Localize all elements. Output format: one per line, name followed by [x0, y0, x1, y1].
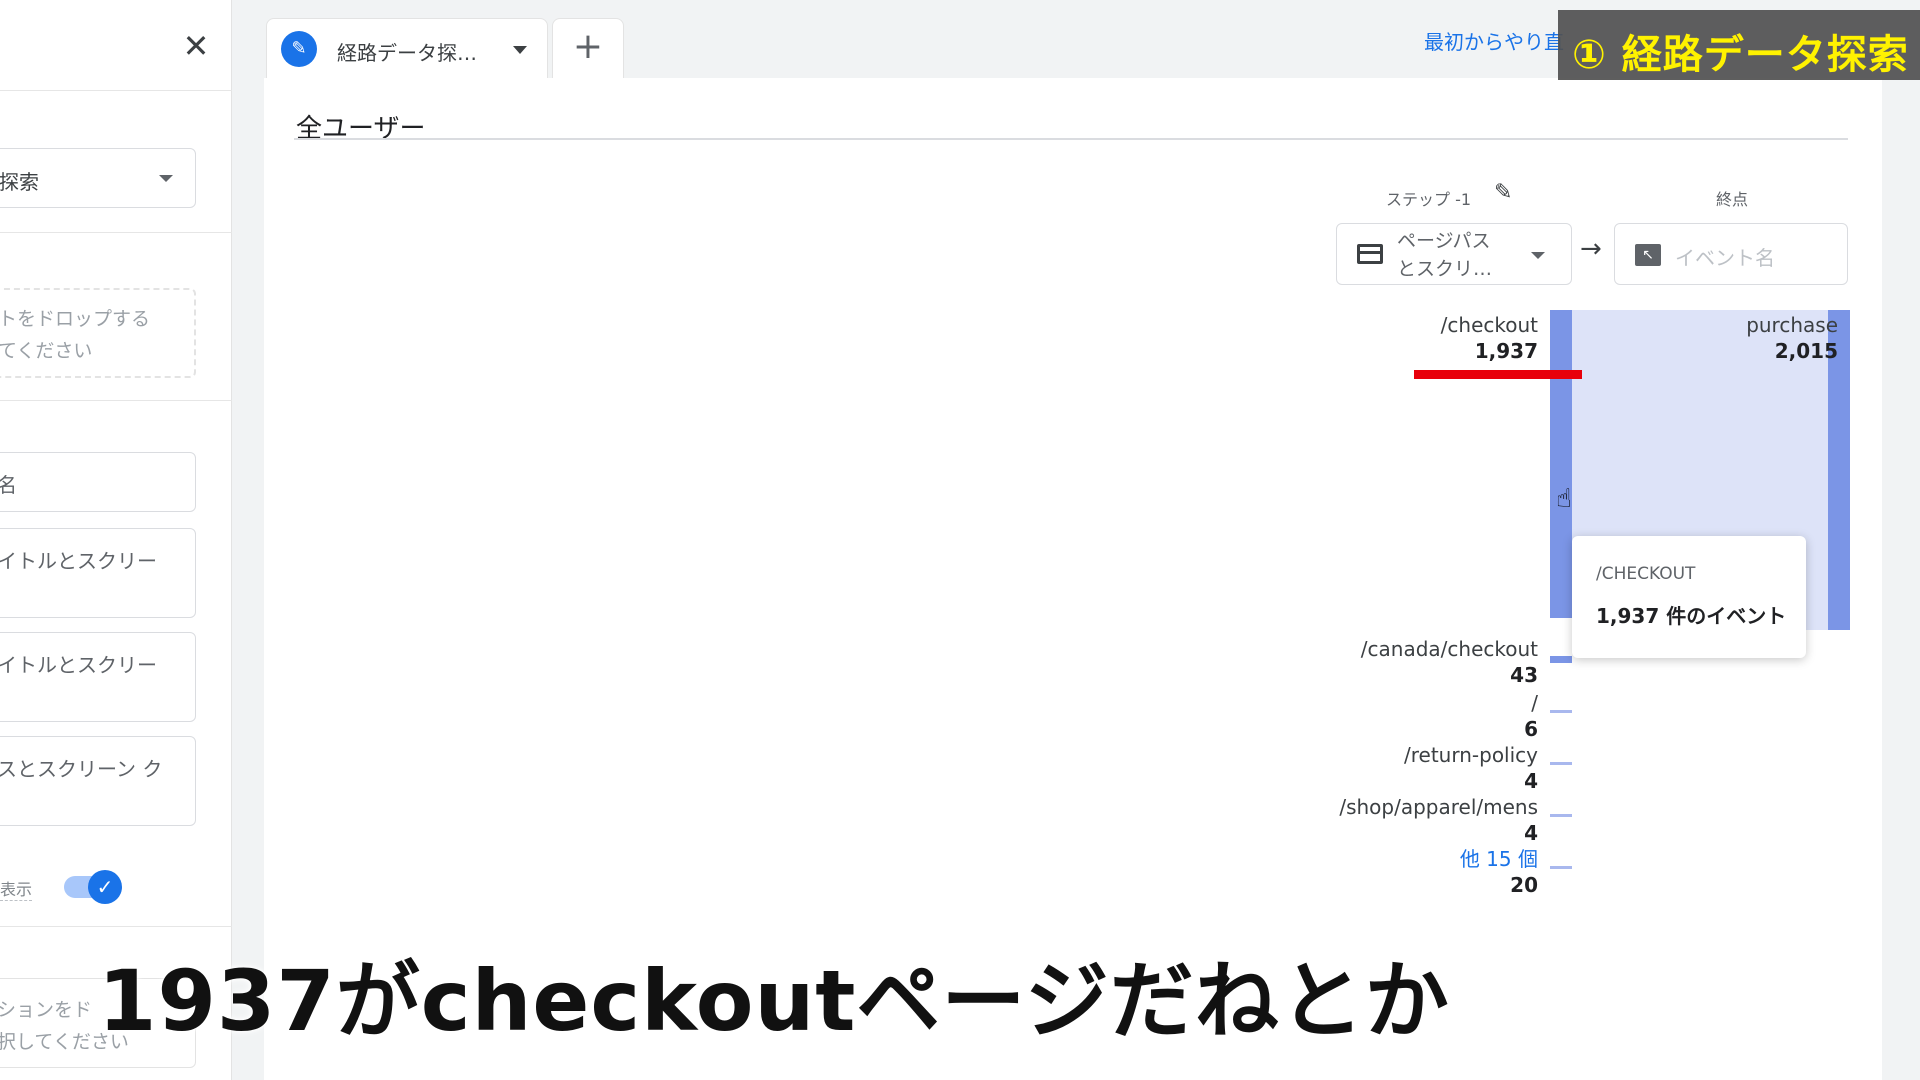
app-window: ✕ 探索 トをドロップする てください 名 イトルとスクリー イトルとスクリー … — [0, 0, 1920, 1080]
dimension-select-line1: ページパス — [1397, 230, 1491, 252]
event-name-placeholder: イベント名 — [1675, 246, 1775, 270]
chevron-down-icon[interactable] — [513, 46, 527, 54]
hand-cursor-icon: ☝ — [1556, 484, 1572, 514]
node-name: / — [1531, 691, 1538, 715]
dimension-item[interactable]: イトルとスクリー — [0, 632, 196, 722]
node-bar-return-policy[interactable] — [1550, 762, 1572, 765]
node-name: /shop/apparel/mens — [1339, 795, 1538, 819]
add-tab-button[interactable]: + — [552, 18, 624, 78]
edit-icon[interactable]: ✎ — [1494, 180, 1512, 205]
node-count: 1,937 — [1474, 339, 1538, 363]
dimension-select-line2: とスクリ… — [1397, 258, 1493, 280]
node-label-canada-checkout[interactable]: /canada/checkout 43 — [1361, 636, 1538, 688]
node-label-others[interactable]: 他 15 個 20 — [1460, 846, 1538, 898]
node-name: /checkout — [1440, 313, 1538, 337]
node-tooltip: /CHECKOUT 1,937 件のイベント — [1572, 536, 1806, 658]
dimension-item-label: イトルとスクリー — [0, 549, 157, 573]
node-label-root[interactable]: / 6 — [1524, 690, 1538, 742]
divider — [0, 232, 232, 233]
video-subtitle: 1937がcheckoutページだねとか — [98, 952, 1450, 1050]
divider — [0, 926, 232, 927]
node-count: 4 — [1524, 769, 1538, 793]
event-name-select[interactable]: ↖ イベント名 — [1614, 223, 1848, 285]
divider — [294, 138, 1848, 140]
drop-hint-line2: てください — [0, 340, 93, 362]
step-column-label: ステップ -1 — [1386, 190, 1472, 209]
node-bar-shop-apparel-mens[interactable] — [1550, 814, 1572, 817]
node-label-shop-apparel-mens[interactable]: /shop/apparel/mens 4 — [1339, 794, 1538, 846]
node-count: 43 — [1510, 663, 1538, 687]
node-name: /return-policy — [1404, 743, 1538, 767]
node-label-checkout[interactable]: /checkout 1,937 — [1441, 312, 1538, 364]
node-label-purchase[interactable]: purchase 2,015 — [1746, 312, 1838, 364]
close-icon[interactable]: ✕ — [178, 28, 214, 64]
end-column-label: 終点 — [1716, 190, 1749, 209]
dimension-item[interactable]: スとスクリーン ク — [0, 736, 196, 826]
segment-drop-zone[interactable]: トをドロップする てください — [0, 288, 196, 378]
arrow-right-icon: → — [1580, 234, 1602, 264]
show-more-link[interactable]: 他 15 個 — [1460, 846, 1538, 872]
node-count: 2,015 — [1774, 339, 1838, 363]
node-count: 20 — [1510, 873, 1538, 897]
drop-hint-line1: トをドロップする — [0, 308, 151, 330]
node-bar-canada-checkout[interactable] — [1550, 656, 1572, 663]
node-name: purchase — [1746, 313, 1838, 337]
cursor-click-icon: ↖ — [1635, 244, 1661, 266]
restart-link[interactable]: 最初からやり直 — [1424, 26, 1564, 55]
chapter-title: ① 経路データ探索 — [1572, 32, 1909, 78]
dimension-item-label: スとスクリーン ク — [0, 757, 163, 781]
toggle-label: 表示 — [0, 876, 33, 901]
chevron-down-icon — [1531, 252, 1545, 259]
dimension-select[interactable]: ページパス とスクリ… — [1336, 223, 1572, 285]
node-name: /canada/checkout — [1360, 637, 1538, 661]
dimension-item-label: 名 — [0, 469, 17, 498]
tab-label: 経路データ探… — [337, 41, 477, 65]
node-bar-others[interactable] — [1550, 866, 1572, 869]
bottom-hint-line1: ションをド — [0, 999, 93, 1021]
technique-select-value: 探索 — [0, 170, 39, 194]
highlight-underline — [1414, 370, 1582, 379]
tab-path-exploration[interactable]: ✎ 経路データ探… — [266, 18, 548, 78]
tooltip-title: /CHECKOUT — [1596, 564, 1696, 584]
technique-select[interactable]: 探索 — [0, 148, 196, 208]
chevron-down-icon — [159, 175, 173, 182]
node-label-return-policy[interactable]: /return-policy 4 — [1404, 742, 1538, 794]
node-bar-root[interactable] — [1550, 710, 1572, 713]
video-chapter-badge: ① 経路データ探索 — [1558, 10, 1920, 80]
pencil-icon: ✎ — [281, 31, 317, 67]
node-bar-checkout[interactable] — [1550, 310, 1572, 618]
tooltip-value: 1,937 件のイベント — [1596, 604, 1787, 628]
divider — [0, 90, 232, 91]
node-count: 6 — [1524, 717, 1538, 741]
view-toggle[interactable]: ✓ — [64, 870, 122, 904]
dimension-item[interactable]: 名 — [0, 452, 196, 512]
page-icon — [1357, 244, 1383, 264]
node-count: 4 — [1524, 821, 1538, 845]
variables-panel: ✕ 探索 トをドロップする てください 名 イトルとスクリー イトルとスクリー … — [0, 0, 232, 1080]
dimension-item-label: イトルとスクリー — [0, 653, 157, 677]
dimension-item[interactable]: イトルとスクリー — [0, 528, 196, 618]
divider — [0, 400, 232, 401]
check-icon: ✓ — [88, 870, 122, 904]
